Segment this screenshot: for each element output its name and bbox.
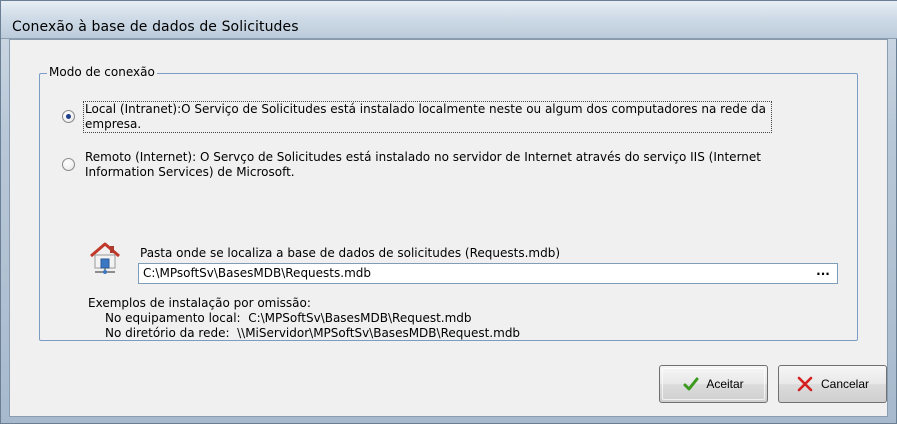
example-local: No equipamento local: C:\MPSoftSv\BasesM… — [105, 311, 472, 325]
dialog-window: Conexão à base de dados de Solicitudes M… — [0, 0, 897, 424]
checkmark-icon — [683, 377, 699, 391]
accept-button-label: Aceitar — [706, 377, 744, 391]
accept-button[interactable]: Aceitar — [659, 365, 768, 403]
radio-remote-label[interactable]: Remoto (Internet): O Servço de Solicitud… — [85, 150, 761, 180]
connection-mode-legend: Modo de conexão — [47, 65, 157, 79]
examples-heading: Exemplos de instalação por omissão: — [88, 296, 311, 310]
dialog-client-area: Modo de conexão Local (Intranet):O Servi… — [9, 39, 888, 417]
browse-button[interactable]: ... — [811, 265, 835, 282]
radio-local-label[interactable]: Local (Intranet):O Serviço de Solicitude… — [83, 101, 772, 133]
cancel-button-label: Cancelar — [820, 377, 870, 391]
database-path-label: Pasta onde se localiza a base de dados d… — [140, 246, 561, 260]
radio-option-local[interactable]: Local (Intranet):O Serviço de Solicitude… — [62, 101, 842, 134]
cancel-button[interactable]: Cancelar — [778, 365, 887, 403]
x-close-icon — [797, 376, 813, 392]
radio-remote[interactable] — [62, 158, 75, 171]
database-path-input[interactable]: C:\MPsoftSv\BasesMDB\Requests.mdb — [138, 263, 838, 284]
network-house-icon — [90, 242, 120, 274]
radio-remote-line1: Remoto (Internet): O Servço de Solicitud… — [85, 150, 761, 164]
radio-option-remote[interactable]: Remoto (Internet): O Servço de Solicitud… — [62, 150, 842, 182]
window-title: Conexão à base de dados de Solicitudes — [12, 19, 299, 35]
radio-remote-line2: Information Services) de Microsoft. — [85, 165, 295, 179]
examples-block: Exemplos de instalação por omissão: No e… — [88, 296, 520, 341]
radio-local[interactable] — [62, 110, 75, 123]
title-bar[interactable]: Conexão à base de dados de Solicitudes — [1, 1, 897, 39]
connection-mode-group: Modo de conexão Local (Intranet):O Servi… — [39, 65, 858, 341]
example-network: No diretório da rede: \\MiServidor\MPSof… — [105, 326, 521, 340]
focus-rectangle — [83, 101, 772, 133]
